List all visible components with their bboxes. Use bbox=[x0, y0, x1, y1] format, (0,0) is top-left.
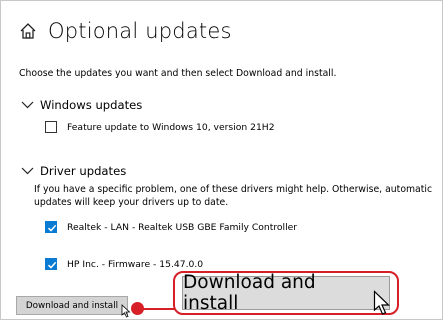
feature-update-checkbox-row[interactable]: Feature update to Windows 10, version 21… bbox=[45, 121, 275, 133]
intro-text: Choose the updates you want and then sel… bbox=[19, 68, 337, 79]
realtek-driver-checkbox-row[interactable]: Realtek - LAN - Realtek USB GBE Family C… bbox=[45, 221, 297, 233]
windows-updates-header[interactable]: Windows updates bbox=[21, 98, 142, 112]
realtek-driver-label: Realtek - LAN - Realtek USB GBE Family C… bbox=[67, 221, 298, 233]
home-icon[interactable] bbox=[19, 22, 37, 40]
zoomed-download-button: Download and install bbox=[182, 272, 390, 314]
mouse-cursor-icon bbox=[121, 304, 131, 318]
driver-updates-description: If you have a specific problem, one of t… bbox=[34, 184, 433, 208]
feature-update-checkbox[interactable] bbox=[45, 121, 57, 133]
driver-updates-title: Driver updates bbox=[40, 164, 127, 178]
hp-firmware-checkbox-row[interactable]: HP Inc. - Firmware - 15.47.0.0 bbox=[45, 258, 203, 270]
download-and-install-button[interactable]: Download and install bbox=[16, 296, 128, 315]
windows-updates-title: Windows updates bbox=[40, 98, 143, 112]
page-header: Optional updates bbox=[19, 19, 232, 43]
mouse-cursor-icon bbox=[373, 290, 390, 315]
feature-update-label: Feature update to Windows 10, version 21… bbox=[67, 121, 275, 133]
realtek-driver-checkbox[interactable] bbox=[45, 221, 57, 233]
checkmark-icon bbox=[47, 224, 57, 232]
hp-firmware-label: HP Inc. - Firmware - 15.47.0.0 bbox=[67, 258, 204, 270]
checkmark-icon bbox=[47, 261, 57, 269]
page-title: Optional updates bbox=[48, 19, 232, 43]
chevron-down-icon[interactable] bbox=[21, 101, 34, 109]
callout-connector bbox=[140, 308, 178, 310]
hp-firmware-checkbox[interactable] bbox=[45, 258, 57, 270]
chevron-down-icon[interactable] bbox=[21, 167, 34, 175]
driver-updates-header[interactable]: Driver updates bbox=[21, 164, 126, 178]
callout-dot bbox=[131, 302, 144, 315]
